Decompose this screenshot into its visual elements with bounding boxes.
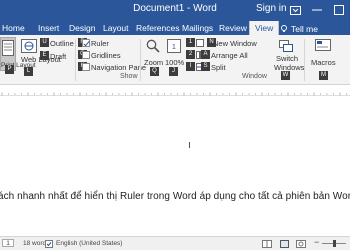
zoom-100-icon: 1 [167, 39, 181, 53]
keytip-switch-windows: W [281, 71, 290, 80]
status-bar: 1 18 words English (United States) − [0, 236, 350, 250]
svg-text:1: 1 [172, 44, 176, 51]
print-layout-icon [2, 40, 14, 56]
switch-label: Switch [276, 54, 299, 63]
keytip-web: L [24, 67, 33, 76]
tab-insert[interactable]: Insert [38, 21, 59, 35]
tell-me-box[interactable]: Tell me [280, 21, 318, 35]
title-bar: Document1 - Word Sign in [0, 0, 350, 20]
keytip-draft: E [40, 51, 49, 60]
zoom-100-label: 100% [165, 58, 185, 67]
ribbon-display-options-button[interactable] [284, 0, 306, 20]
sign-in-link[interactable]: Sign in [256, 3, 287, 14]
tab-mailings[interactable]: Mailings [182, 21, 213, 35]
tab-design[interactable]: Design [69, 21, 95, 35]
macros-button[interactable]: Macros [307, 37, 339, 71]
keytip-macros: M [319, 71, 328, 80]
navigation-pane-label: Navigation Pane [91, 63, 147, 72]
one-page-icon[interactable] [196, 39, 204, 47]
group-separator [140, 39, 141, 81]
navigation-pane-checkbox[interactable] [82, 63, 90, 71]
split-button[interactable]: Split [211, 63, 226, 72]
keytip-page-width: I [186, 62, 195, 71]
tab-view[interactable]: View [249, 21, 280, 35]
zoom-slider-thumb[interactable] [333, 240, 336, 247]
language-indicator[interactable]: English (United States) [56, 240, 122, 247]
outline-button[interactable]: Outline [50, 39, 74, 48]
web-layout-view-icon[interactable] [296, 240, 306, 248]
zoom-button[interactable]: Zoom [143, 37, 163, 71]
keytip-multiple-pages: 2 [186, 50, 195, 59]
new-window-button[interactable]: New Window [213, 39, 257, 48]
minimize-button[interactable] [306, 0, 328, 20]
horizontal-ruler[interactable] [0, 86, 350, 96]
show-group-label: Show [120, 73, 138, 80]
maximize-button[interactable] [328, 0, 350, 20]
arrange-all-button[interactable]: Arrange All [211, 51, 248, 60]
window-group-label: Window [242, 73, 267, 80]
tab-review[interactable]: Review [219, 21, 247, 35]
keytip-one-page: 1 [186, 38, 195, 47]
text-cursor [189, 142, 190, 148]
lightbulb-icon [281, 25, 287, 32]
group-separator [75, 39, 76, 81]
document-text[interactable]: ách nhanh nhất để hiển thị Ruler trong W… [0, 191, 350, 202]
zoom-100-button[interactable]: 1 100% [165, 37, 185, 71]
keytip-100: J [169, 67, 178, 76]
group-separator [304, 39, 305, 81]
macros-label: Macros [311, 58, 336, 67]
zoom-out-button[interactable]: − [314, 237, 319, 247]
ribbon-options-icon [289, 5, 301, 15]
draft-button[interactable]: Draft [50, 52, 66, 61]
magnifier-icon [146, 39, 160, 53]
tab-references[interactable]: References [136, 21, 179, 35]
keytip-outline: U [40, 38, 49, 47]
keytip-print: P [5, 65, 14, 74]
zoom-label: Zoom [144, 58, 164, 67]
keytip-split: S [201, 62, 210, 71]
maximize-icon [334, 5, 344, 15]
print-layout-view-icon[interactable] [280, 240, 289, 248]
tab-layout[interactable]: Layout [103, 21, 129, 35]
ribbon-tab-bar: Home Insert Design Layout References Mai… [0, 20, 350, 35]
gridlines-label: Gridlines [91, 51, 121, 60]
switch-windows-icon [279, 40, 293, 52]
web-layout-button[interactable]: Web Layout [18, 37, 61, 71]
ribbon: Print Layout P Web Layout L U Outline E … [0, 35, 350, 85]
proofing-icon[interactable] [45, 240, 53, 248]
tab-home[interactable]: Home [2, 21, 25, 35]
keytip-arrange-all: A [201, 50, 210, 59]
document-page[interactable]: ách nhanh nhất để hiển thị Ruler trong W… [0, 96, 350, 236]
zoom-slider[interactable] [322, 240, 346, 247]
minimize-icon [312, 9, 322, 11]
web-layout-icon [21, 39, 37, 53]
read-mode-icon[interactable] [262, 240, 272, 248]
switch-windows-button[interactable]: Switch Windows [272, 37, 304, 72]
tell-me-label: Tell me [291, 24, 318, 34]
ruler-label: Ruler [91, 39, 109, 48]
keytip-zoom: Q [150, 67, 159, 76]
macros-icon [315, 39, 331, 51]
page-number[interactable]: 1 [2, 239, 14, 247]
ruler-checkbox[interactable] [82, 39, 90, 47]
gridlines-checkbox[interactable] [82, 51, 90, 59]
